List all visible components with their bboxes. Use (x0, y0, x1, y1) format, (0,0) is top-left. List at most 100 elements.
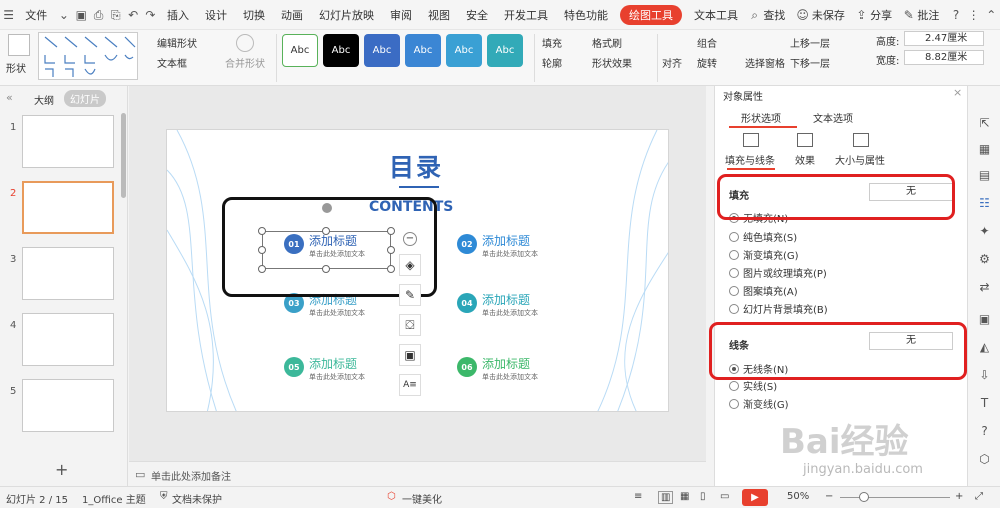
menu-tab-review[interactable]: 审阅 (382, 7, 420, 23)
user-icon[interactable]: ☺ (796, 8, 809, 22)
fill-option-picture[interactable]: 图片或纹理填充(P) (729, 265, 827, 280)
radio-dot[interactable] (729, 303, 739, 314)
slide-2[interactable]: 目录 CONTENTS 01 添加标题 单击此处添加文本 02 添加标题 单击此… (166, 129, 669, 412)
grid-icon[interactable]: ▦ (977, 142, 992, 157)
style-swatch-2[interactable]: Abc (323, 34, 359, 67)
shape-panel-icon[interactable]: ◭ (977, 340, 992, 355)
slide-thumbnail-4[interactable] (22, 313, 114, 366)
slide-thumbnail-1[interactable] (22, 115, 114, 168)
view-mode-icon[interactable]: ▭ (720, 491, 729, 502)
share-button[interactable]: 分享 (870, 7, 900, 23)
menu-tab-view[interactable]: 视图 (420, 7, 458, 23)
thumbnail-scrollbar[interactable] (121, 113, 126, 198)
share-icon[interactable]: ⇪ (856, 8, 867, 22)
select-icon[interactable]: ⇱ (977, 116, 992, 131)
share-panel-icon[interactable]: ⇄ (977, 280, 992, 295)
menu-file[interactable]: 文件 (17, 7, 55, 23)
bring-forward-button[interactable]: 上移一层 (790, 35, 830, 50)
line-option-solid[interactable]: 实线(S) (729, 378, 777, 393)
theme-name[interactable]: 1_Office 主题 (82, 491, 146, 506)
chevron-down-icon[interactable]: ⌄ (58, 8, 69, 22)
reading-view-icon[interactable]: ▯ (700, 491, 706, 502)
edit-shape-button[interactable]: 编辑形状 (157, 35, 197, 50)
tab-shape-options[interactable]: 形状选项 (741, 110, 781, 125)
shape-icon[interactable] (8, 34, 30, 56)
properties-icon[interactable]: ☷ (977, 196, 992, 211)
zoom-slider-track[interactable] (840, 497, 950, 498)
menu-tab-slideshow[interactable]: 幻灯片放映 (311, 7, 382, 23)
style-swatch-1[interactable]: Abc (282, 34, 318, 67)
selection-pane-button[interactable]: 选择窗格 (745, 55, 785, 70)
shape-effect-button[interactable]: 形状效果 (592, 55, 632, 70)
send-backward-button[interactable]: 下移一层 (790, 55, 830, 70)
radio-dot[interactable] (729, 398, 739, 409)
radio-dot[interactable] (729, 285, 739, 296)
zoom-out-icon[interactable]: − (825, 491, 833, 502)
comment-icon[interactable]: ✎ (903, 8, 914, 22)
effect-icon[interactable] (797, 133, 813, 147)
subtab-fill-line[interactable]: 填充与线条 (725, 152, 775, 167)
image-icon[interactable]: ▣ (977, 312, 992, 327)
radio-dot[interactable] (729, 267, 739, 278)
item-subtitle-03[interactable]: 单击此处添加文本 (309, 308, 365, 318)
notes-toggle-icon[interactable]: ≡ (634, 491, 642, 502)
fill-option-gradient[interactable]: 渐变填充(G) (729, 247, 799, 262)
menu-tab-security[interactable]: 安全 (458, 7, 496, 23)
fit-window-icon[interactable]: ⤢ (975, 491, 983, 502)
menu-tab-design[interactable]: 设计 (197, 7, 235, 23)
protection-status[interactable]: 文档未保护 (172, 491, 222, 506)
menu-tab-animation[interactable]: 动画 (273, 7, 311, 23)
width-input[interactable]: 8.82厘米 (904, 50, 984, 65)
add-slide-button[interactable]: + (55, 460, 68, 479)
subtab-effect[interactable]: 效果 (795, 152, 815, 167)
tab-outline[interactable]: 大纲 (34, 92, 54, 107)
notes-input[interactable]: 单击此处添加备注 (151, 468, 231, 483)
text-panel-icon[interactable]: T (977, 396, 992, 411)
package-icon[interactable]: ⬡ (977, 452, 992, 467)
style-swatch-4[interactable]: Abc (405, 34, 441, 67)
zoom-slider-thumb[interactable] (859, 492, 869, 502)
item-title-02[interactable]: 添加标题 (482, 232, 530, 249)
print-icon[interactable]: ⎘ (110, 8, 121, 22)
fill-line-icon[interactable] (743, 133, 759, 147)
slide-sorter-icon[interactable]: ▦ (680, 491, 689, 502)
layout-icon[interactable]: ▤ (977, 168, 992, 183)
line-option-gradient[interactable]: 渐变线(G) (729, 396, 789, 411)
item-title-06[interactable]: 添加标题 (482, 355, 530, 372)
menu-tab-drawing-tools[interactable]: 绘图工具 (620, 4, 683, 25)
item-subtitle-05[interactable]: 单击此处添加文本 (309, 372, 365, 382)
collapse-icon[interactable]: ⌃ (986, 8, 997, 22)
radio-dot[interactable] (729, 380, 739, 391)
fill-option-pattern[interactable]: 图案填充(A) (729, 283, 798, 298)
text-style-icon[interactable]: A≡ (399, 374, 421, 396)
style-swatch-6[interactable]: Abc (487, 34, 523, 67)
tab-text-options[interactable]: 文本选项 (813, 110, 853, 125)
comment-button[interactable]: 批注 (917, 7, 947, 23)
more-icon[interactable]: ⋮ (968, 8, 980, 22)
collapse-tools-icon[interactable]: − (403, 232, 417, 246)
menu-icon[interactable]: ☰ (3, 8, 14, 22)
shape-gallery[interactable] (38, 32, 138, 80)
align-button[interactable]: 对齐 (662, 55, 682, 70)
redo-icon[interactable]: ↷ (145, 8, 156, 22)
animation-icon[interactable]: ✦ (977, 224, 992, 239)
fill-bucket-icon[interactable]: ⛋ (399, 314, 421, 336)
style-swatch-3[interactable]: Abc (364, 34, 400, 67)
close-pane-icon[interactable]: × (953, 86, 962, 99)
menu-tab-developer[interactable]: 开发工具 (496, 7, 556, 23)
merge-shape-button[interactable]: 合并形状 (225, 55, 265, 70)
item-subtitle-04[interactable]: 单击此处添加文本 (482, 308, 538, 318)
format-painter-button[interactable]: 格式刷 (592, 35, 622, 50)
height-input[interactable]: 2.47厘米 (904, 31, 984, 46)
item-subtitle-06[interactable]: 单击此处添加文本 (482, 372, 538, 382)
outline-icon[interactable]: ▣ (399, 344, 421, 366)
normal-view-icon[interactable]: ▥ (658, 491, 674, 504)
style-swatch-5[interactable]: Abc (446, 34, 482, 67)
slide-title[interactable]: 目录 (389, 148, 443, 184)
menu-tab-features[interactable]: 特色功能 (556, 7, 616, 23)
shape-button[interactable]: 形状 (6, 60, 26, 75)
rotate-button[interactable]: 旋转 (697, 55, 717, 70)
tab-slides[interactable]: 幻灯片 (64, 90, 106, 107)
print-preview-icon[interactable]: ⎙ (93, 8, 104, 22)
size-property-icon[interactable] (853, 133, 869, 147)
